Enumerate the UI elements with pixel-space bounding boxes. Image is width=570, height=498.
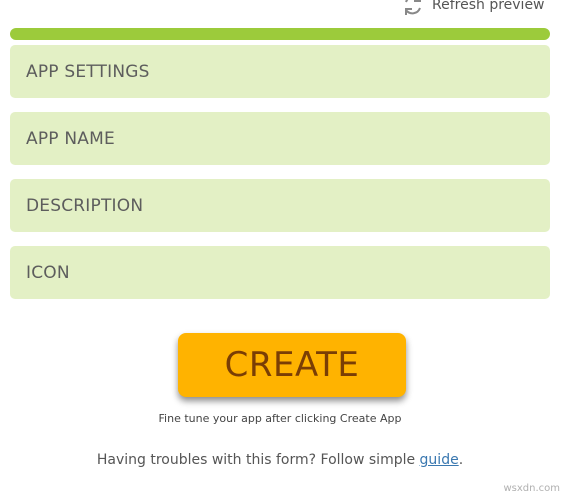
create-button[interactable]: CREATE [178, 333, 406, 397]
section-app-name[interactable]: APP NAME [10, 112, 550, 165]
refresh-preview-button[interactable]: Refresh preview [400, 0, 545, 18]
section-app-settings[interactable]: APP SETTINGS [10, 45, 550, 98]
refresh-preview-label: Refresh preview [432, 0, 545, 13]
create-hint: Fine tune your app after clicking Create… [158, 412, 402, 425]
help-text: Having troubles with this form? Follow s… [0, 452, 560, 468]
help-text-before: Having troubles with this form? Follow s… [96, 452, 420, 468]
section-icon[interactable]: ICON [10, 246, 550, 299]
progress-bar [10, 28, 550, 40]
watermark: wsxdn.com [503, 483, 560, 494]
section-label: ICON [26, 262, 70, 283]
refresh-icon [400, 0, 426, 18]
section-label: APP NAME [26, 128, 115, 149]
guide-link[interactable]: guide [420, 452, 459, 468]
section-description[interactable]: DESCRIPTION [10, 179, 550, 232]
section-label: DESCRIPTION [26, 195, 144, 216]
section-label: APP SETTINGS [26, 61, 150, 82]
help-text-after: . [458, 452, 464, 468]
